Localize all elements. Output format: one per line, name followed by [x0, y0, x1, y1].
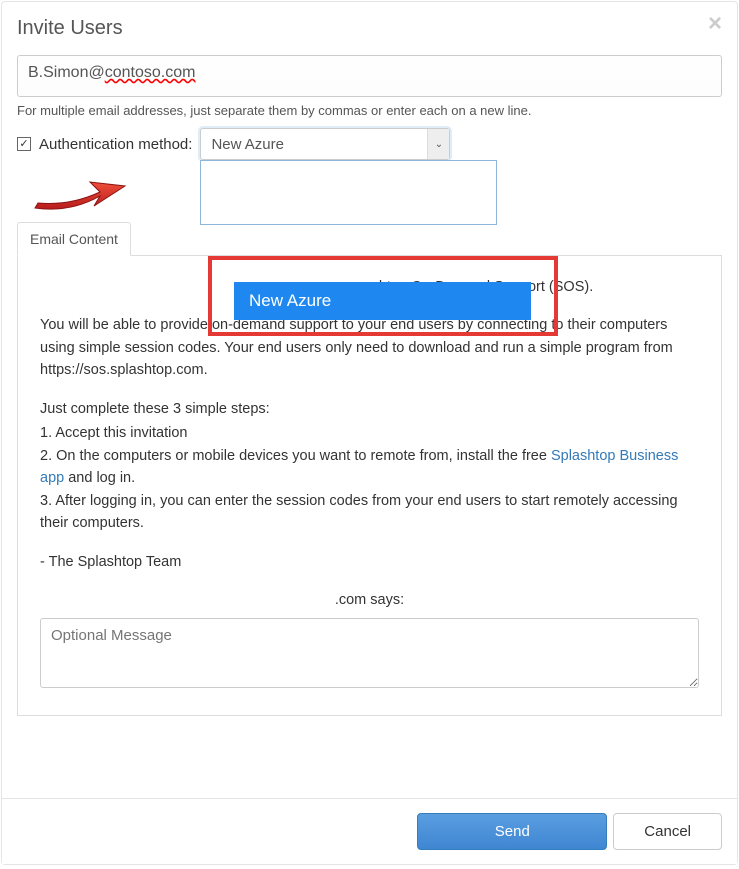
- auth-checkbox[interactable]: ✓: [17, 137, 31, 151]
- auth-option-new-azure[interactable]: New Azure: [234, 282, 531, 320]
- invite-users-modal: Invite Users × B.Simon@contoso.com For m…: [1, 1, 738, 865]
- email-step2: 2. On the computers or mobile devices yo…: [40, 445, 699, 490]
- chevron-down-icon: ⌄: [427, 129, 449, 159]
- auth-select[interactable]: New Azure ⌄: [200, 128, 450, 160]
- email-p2: You will be able to provide on-demand su…: [40, 314, 699, 381]
- auth-select-value: New Azure: [211, 136, 284, 153]
- auth-dropdown-panel[interactable]: [200, 160, 497, 225]
- modal-body: B.Simon@contoso.com For multiple email a…: [2, 55, 737, 731]
- modal-title: Invite Users: [17, 17, 722, 40]
- modal-header: Invite Users ×: [2, 2, 737, 55]
- close-icon[interactable]: ×: [708, 12, 722, 36]
- email-p3: Just complete these 3 simple steps:: [40, 398, 699, 420]
- modal-footer: Send Cancel: [2, 798, 737, 864]
- email-content-panel: You have been invited to create an accou…: [17, 256, 722, 716]
- tab-email-content[interactable]: Email Content: [17, 222, 131, 256]
- send-button[interactable]: Send: [417, 813, 607, 850]
- email-step3: 3. After logging in, you can enter the s…: [40, 490, 699, 535]
- cancel-button[interactable]: Cancel: [613, 813, 722, 850]
- tab-bar: Email Content: [17, 220, 722, 256]
- auth-select-wrap: New Azure ⌄: [200, 128, 450, 160]
- email-hint: For multiple email addresses, just separ…: [17, 103, 722, 118]
- optional-message-input[interactable]: [40, 618, 699, 688]
- com-says-label: .com says:: [40, 589, 699, 611]
- email-input[interactable]: B.Simon@contoso.com: [17, 55, 722, 97]
- email-signoff: - The Splashtop Team: [40, 551, 699, 573]
- auth-label: Authentication method:: [39, 136, 192, 153]
- email-step1: 1. Accept this invitation: [40, 422, 699, 444]
- auth-method-row: ✓ Authentication method: New Azure ⌄: [17, 128, 722, 160]
